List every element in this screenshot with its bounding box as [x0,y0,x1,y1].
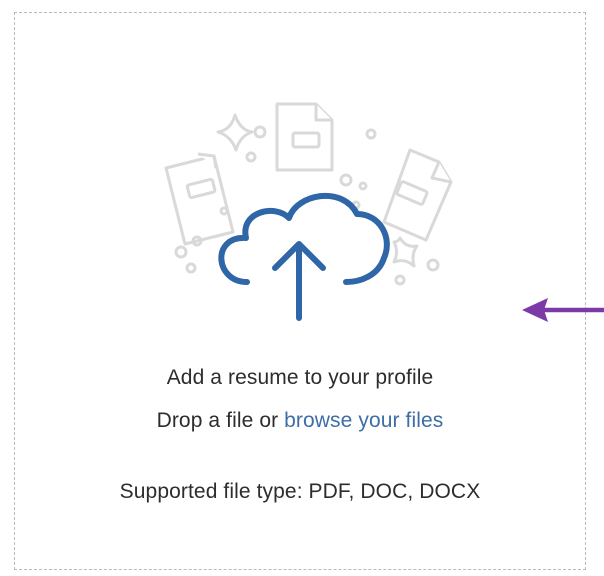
docx-file-icon [382,148,453,242]
pdf-file-icon [275,102,334,172]
drop-text: Drop a file or [156,409,285,432]
doc-file-icon [164,152,235,246]
cloud-upload-icon [218,192,390,321]
pointer-arrow-icon [522,298,604,322]
page: Add a resume to your profile Drop a file… [0,0,604,576]
upload-illustration [164,102,453,321]
supported-file-types: Supported file type: PDF, DOC, DOCX [119,480,481,503]
drop-instructions: Drop a file or browse your files [14,409,586,433]
browse-files-link[interactable]: browse your files [284,409,443,432]
dropzone-title: Add a resume to your profile [166,366,434,389]
